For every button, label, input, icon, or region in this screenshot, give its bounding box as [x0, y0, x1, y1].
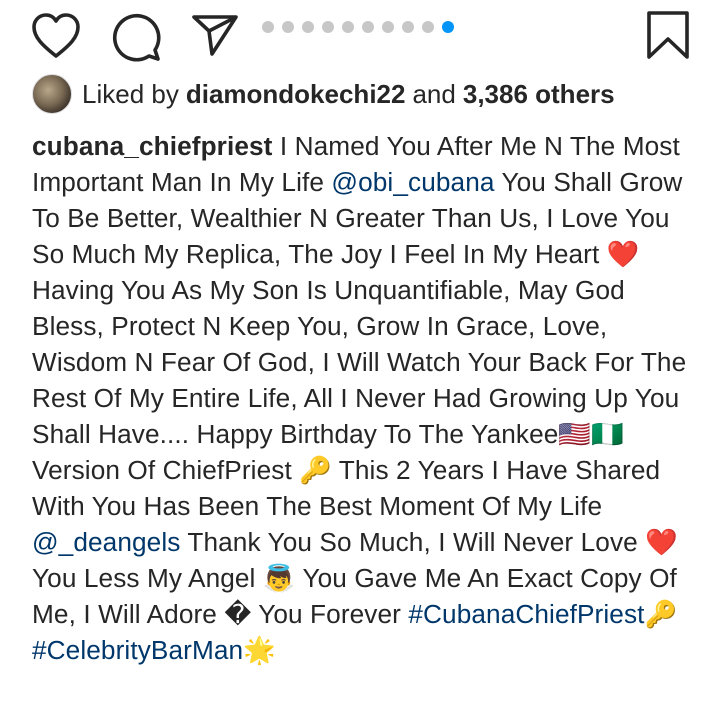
caption-text: You Shall Grow To Be Better, Wealthier N… — [32, 167, 687, 521]
avatar[interactable] — [32, 74, 72, 114]
mention-link[interactable]: @_deangels — [32, 527, 180, 557]
hashtag-link[interactable]: #CelebrityBarMan — [32, 635, 243, 665]
caption-username[interactable]: cubana_chiefpriest — [32, 131, 272, 161]
carousel-dot — [362, 21, 374, 33]
liked-by-label: Liked by — [82, 78, 179, 109]
likes-summary: Liked by diamondokechi22 and 3,386 other… — [32, 74, 615, 114]
carousel-dot — [442, 21, 454, 33]
post-caption: cubana_chiefpriest I Named You After Me … — [32, 128, 694, 668]
post-action-bar — [0, 0, 720, 72]
carousel-dot — [342, 21, 354, 33]
carousel-indicator — [262, 20, 454, 34]
caption-text: 🔑 — [644, 599, 678, 629]
carousel-dot — [302, 21, 314, 33]
carousel-dot — [422, 21, 434, 33]
and-label: and — [412, 78, 456, 109]
carousel-dot — [322, 21, 334, 33]
caption-text: 🌟 — [243, 635, 276, 665]
carousel-dot — [402, 21, 414, 33]
carousel-dot — [382, 21, 394, 33]
others-count-link[interactable]: 3,386 others — [463, 79, 615, 110]
paper-plane-icon[interactable] — [190, 12, 240, 58]
carousel-dot — [262, 21, 274, 33]
speech-bubble-icon[interactable] — [111, 12, 161, 62]
liker-username[interactable]: diamondokechi22 — [186, 79, 406, 110]
hashtag-link[interactable]: #CubanaChiefPriest — [408, 599, 644, 629]
mention-link[interactable]: @obi_cubana — [331, 167, 494, 197]
carousel-dot — [282, 21, 294, 33]
bookmark-icon[interactable] — [646, 10, 690, 60]
heart-outline-icon[interactable] — [30, 12, 82, 60]
